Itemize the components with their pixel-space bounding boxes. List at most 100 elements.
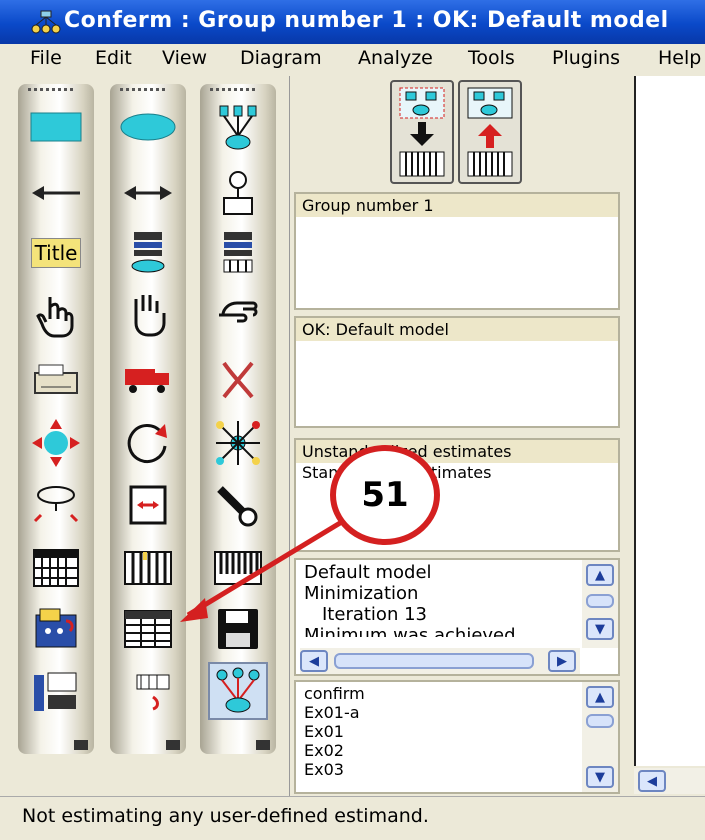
group-item[interactable]: Group number 1 [296,194,618,217]
scroll-down-button[interactable]: ▼ [586,618,614,640]
specification-search-tool[interactable] [208,662,268,720]
scroll-thumb[interactable] [334,653,534,669]
scroll-thumb[interactable] [586,714,614,728]
piano-keys-icon [124,551,172,585]
view-text-output-tool[interactable] [118,600,178,658]
analysis-properties-tool[interactable] [118,539,178,597]
files-panel: confirm Ex01-a Ex01 Ex02 Ex03 ▲ ▼ [294,680,620,794]
file-item[interactable]: confirm [296,684,618,703]
chevron-up-icon: ▲ [595,567,605,583]
view-output-path-diagram-button[interactable] [458,80,522,184]
copy-tool[interactable] [26,350,86,408]
draw-unobserved-variable-tool[interactable] [118,98,178,156]
status-bar: Not estimating any user-defined estimand… [0,796,705,840]
files-vertical-scrollbar[interactable]: ▲ ▼ [582,682,618,792]
rotate-indicators-tool[interactable] [26,476,86,534]
values-arrow-icon [136,674,170,711]
data-file-options-tool[interactable] [26,662,86,720]
calculate-estimates-tool[interactable] [26,600,86,658]
chevron-left-icon: ◀ [309,653,319,669]
circular-arrow-icon [127,424,167,463]
menu-plugins[interactable]: Plugins [552,47,620,69]
truck-move-tool[interactable] [118,350,178,408]
summary-line: Default model [304,562,432,583]
four-arrows-icon [32,419,80,467]
magnify-tool[interactable] [208,476,268,534]
reflect-tool[interactable] [118,414,178,472]
column-expand-icon[interactable] [74,740,88,750]
deselect-all-tool[interactable] [208,286,268,344]
menu-analyze[interactable]: Analyze [358,47,433,69]
copy-machine-icon [34,364,78,394]
path-diagram-canvas[interactable] [634,76,705,766]
summary-horizontal-scrollbar[interactable]: ◀ ▶ [300,648,580,674]
file-item[interactable]: Ex02 [296,741,618,760]
file-item[interactable]: Ex01-a [296,703,618,722]
draw-covariance-tool[interactable] [118,164,178,222]
file-item[interactable]: Ex03 [296,760,618,779]
menu-help[interactable]: Help [658,47,701,69]
move-tool[interactable] [26,414,86,472]
select-one-tool[interactable] [26,286,86,344]
column-grip[interactable] [120,88,166,91]
rectangle-icon [30,112,82,142]
draw-observed-variable-tool[interactable] [26,98,86,156]
input-diagram-icon [399,87,445,177]
menu-tools[interactable]: Tools [468,47,515,69]
object-properties-tool[interactable] [118,662,178,720]
chevron-down-icon: ▼ [595,769,605,785]
chevron-right-icon: ▶ [557,653,567,669]
models-panel: OK: Default model [294,316,620,428]
view-input-path-diagram-button[interactable] [390,80,454,184]
menu-view[interactable]: View [162,47,207,69]
spreadsheet-icon [33,549,79,587]
groups-panel: Group number 1 [294,192,620,310]
scroll-thumb[interactable] [586,594,614,608]
toolbox-column-3 [200,84,276,754]
menu-edit[interactable]: Edit [95,47,132,69]
canvas-horizontal-scrollbar[interactable]: ◀ [634,768,705,794]
scroll-up-button[interactable]: ▲ [586,564,614,586]
scroll-right-button[interactable]: ▶ [548,650,576,672]
draw-path-tool[interactable] [26,164,86,222]
file-item[interactable]: Ex01 [296,722,618,741]
column-expand-icon[interactable] [256,740,270,750]
column-expand-icon[interactable] [166,740,180,750]
erase-tool[interactable] [208,350,268,408]
touch-up-tool[interactable] [208,414,268,472]
column-grip[interactable] [210,88,256,91]
data-files-tool[interactable] [26,539,86,597]
scroll-left-button[interactable]: ◀ [638,770,666,792]
abacus-icon [35,608,77,648]
draw-indicator-tool[interactable] [208,98,268,156]
scroll-left-button[interactable]: ◀ [300,650,328,672]
resize-tool[interactable] [118,476,178,534]
add-unique-variable-tool[interactable] [208,164,268,222]
callout-number: 51 [361,475,409,515]
variable-list-icon [131,232,165,273]
multiple-group-tool[interactable] [208,539,268,597]
keyboard-icon [214,551,262,585]
summary-line: Minimization [304,583,419,604]
list-variables-in-model-tool[interactable] [118,224,178,282]
list-variables-in-dataset-tool[interactable] [208,224,268,282]
menu-diagram[interactable]: Diagram [240,47,322,69]
model-item[interactable]: OK: Default model [296,318,618,341]
summary-vertical-scrollbar[interactable]: ▲ ▼ [582,560,618,648]
double-arrow-icon [124,186,172,200]
select-all-tool[interactable] [118,286,178,344]
scroll-up-button[interactable]: ▲ [586,686,614,708]
toolbox-column-2 [110,84,186,754]
single-arrow-icon [32,186,80,200]
menu-file[interactable]: File [30,47,62,69]
column-grip[interactable] [28,88,74,91]
open-hand-icon [134,295,166,337]
status-text: Not estimating any user-defined estimand… [22,805,429,827]
scroll-down-button[interactable]: ▼ [586,766,614,788]
latent-indicator-icon [219,105,257,150]
save-diagram-tool[interactable] [208,600,268,658]
menu-bar: File Edit View Diagram Analyze Tools Plu… [0,44,705,74]
title-tool[interactable]: Title [26,224,86,282]
window-title: Conferm : Group number 1 : OK: Default m… [64,8,669,33]
ellipse-icon [120,113,176,141]
